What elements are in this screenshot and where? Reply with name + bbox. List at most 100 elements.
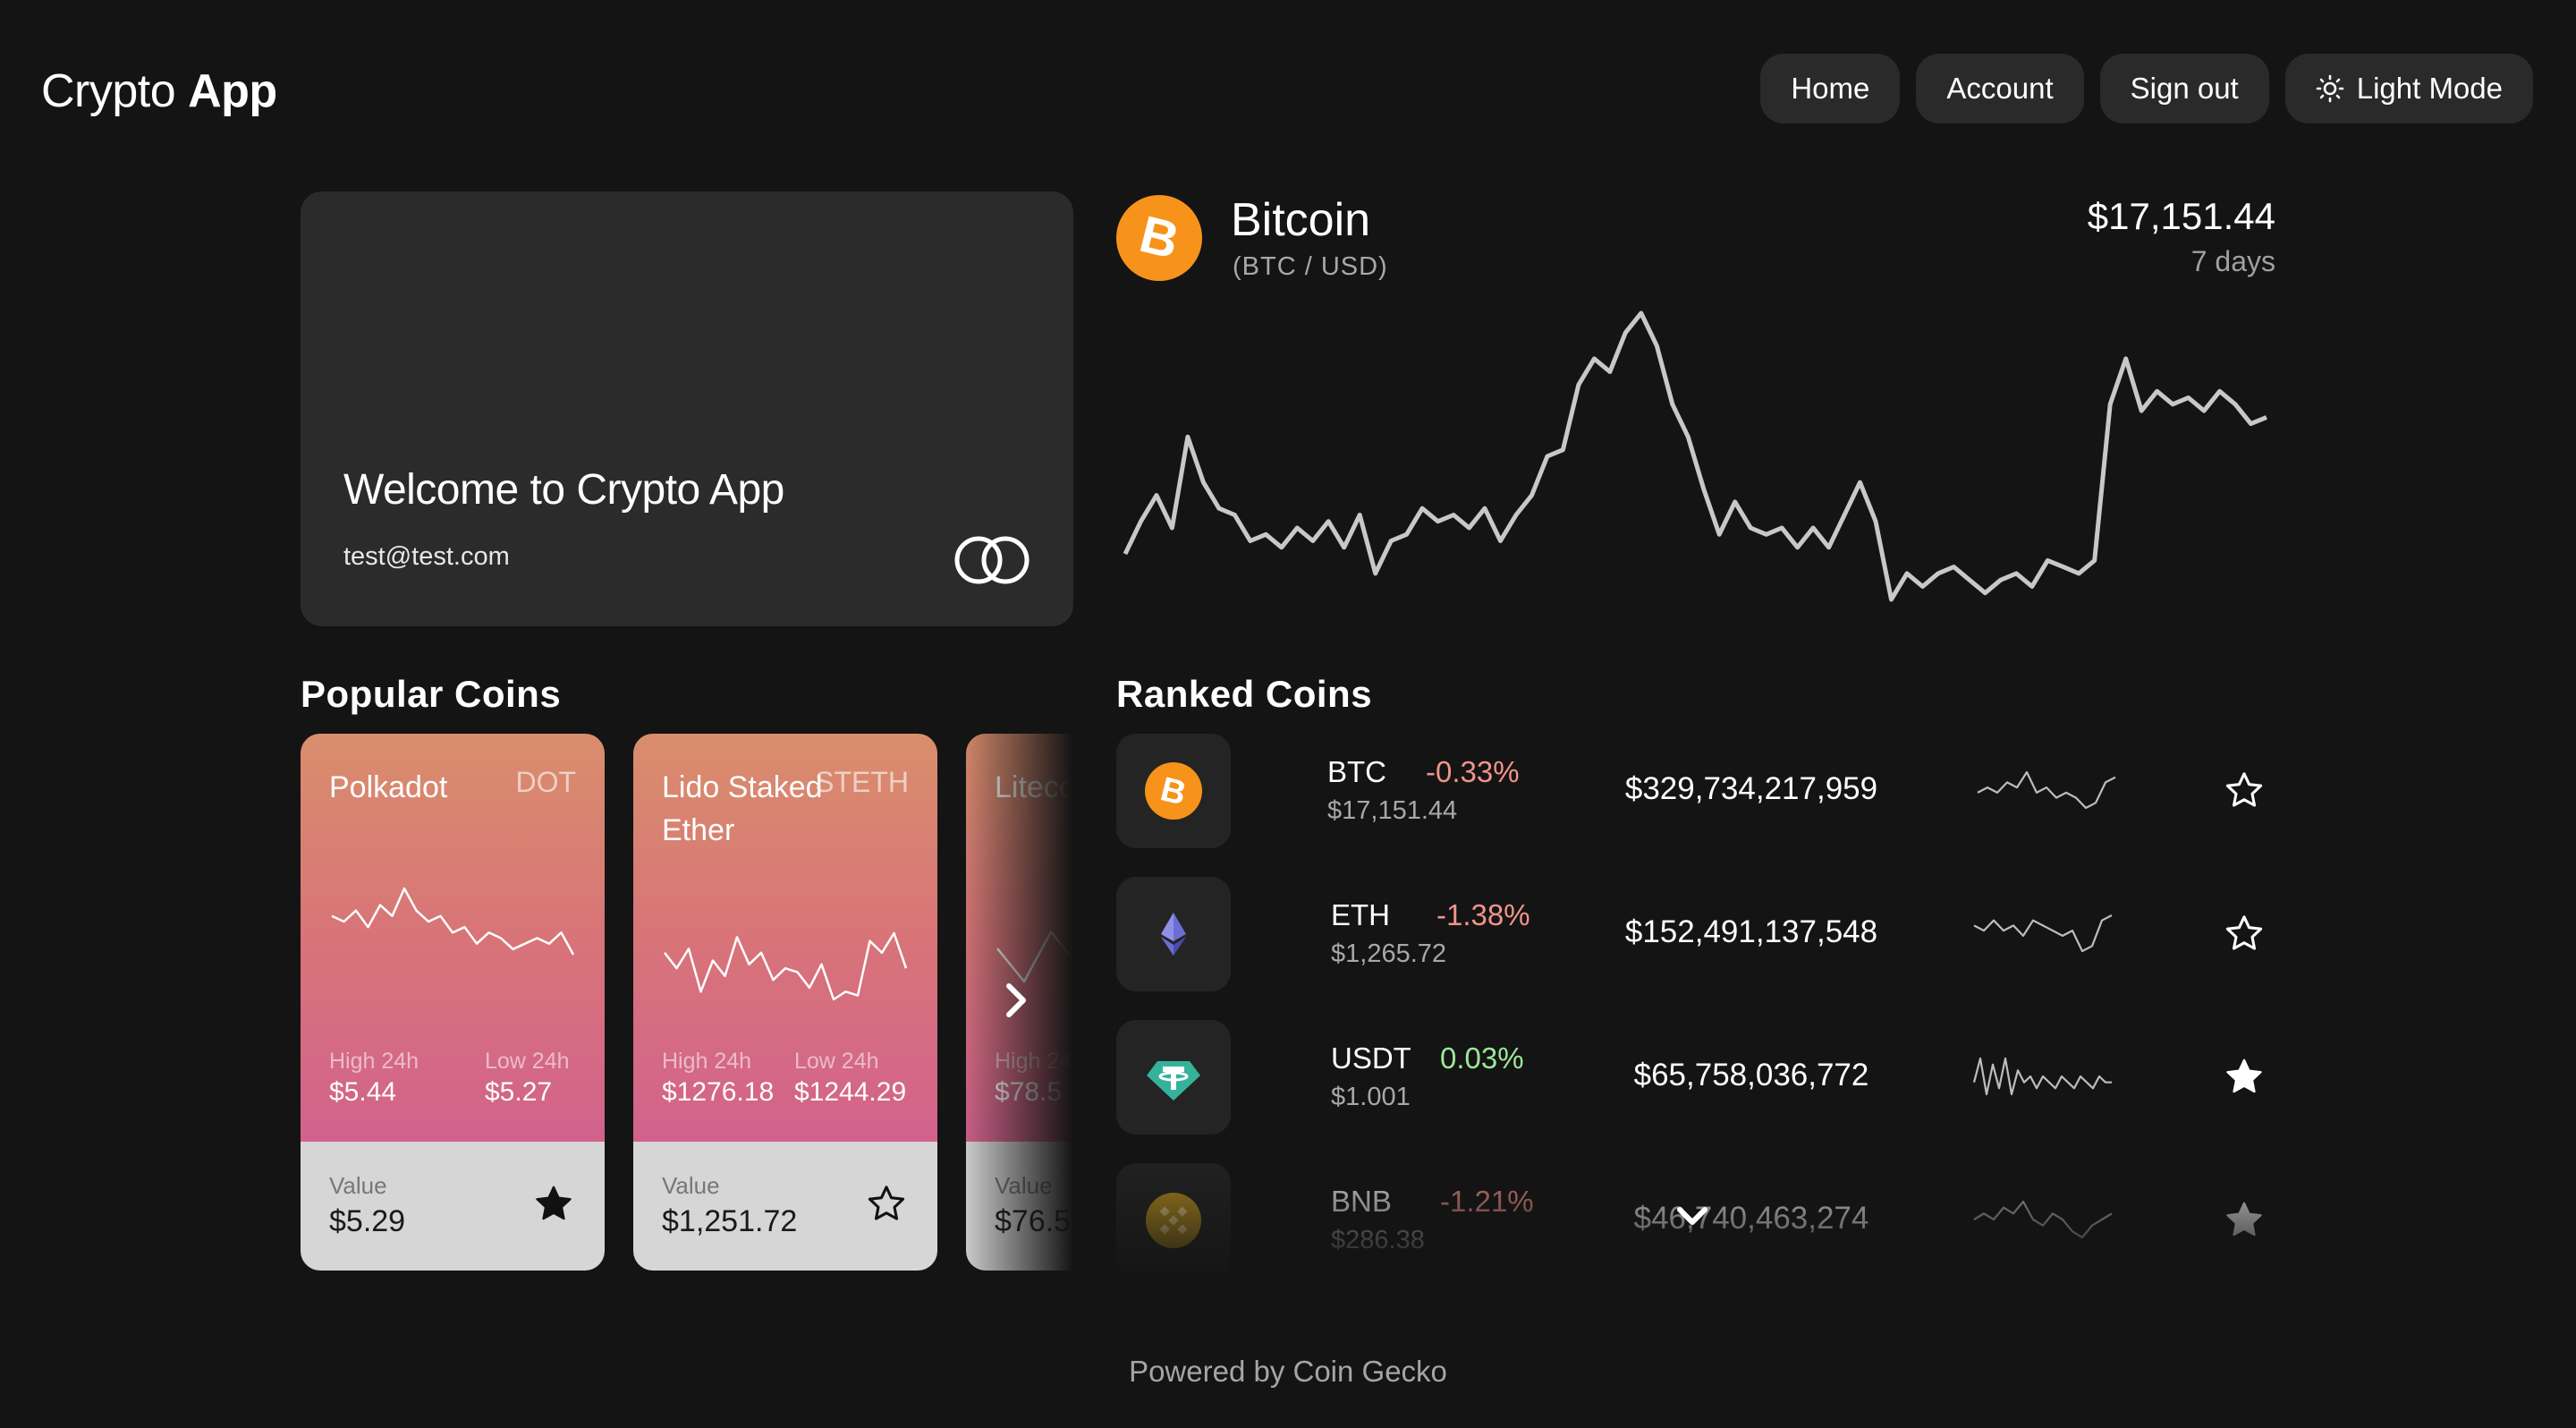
value-label: Value: [329, 1172, 387, 1199]
card-sparkline: [664, 931, 908, 1001]
coin-price: $1.001: [1331, 1083, 1411, 1111]
ethereum-icon: [1161, 913, 1186, 956]
card-coin-name: Lido Staked Ether: [662, 770, 823, 847]
star-filled-icon[interactable]: [2224, 1056, 2265, 1097]
sparkline-series: [664, 931, 908, 1001]
coin-card-polkadot[interactable]: Polkadot DOT High 24h $5.44 Low 24h $5.2…: [301, 734, 605, 1271]
coin-symbol: ETH: [1331, 898, 1390, 931]
coin-price: $1,265.72: [1331, 939, 1447, 968]
value-label: Value: [662, 1172, 720, 1199]
low-24h-label: Low 24h: [794, 1049, 879, 1074]
ranked-row-btc[interactable]: B BTC -0.33% $17,151.44 $329,734,217,959: [1116, 734, 2275, 848]
popular-coins-title: Popular Coins: [301, 673, 562, 715]
account-label: Account: [1946, 72, 2054, 105]
ranked-row-usdt[interactable]: USDT 0.03% $1.001 $65,758,036,772: [1116, 1020, 2275, 1135]
price-change: 0.03%: [1440, 1041, 1524, 1075]
coin-price: $286.38: [1331, 1226, 1425, 1254]
coin-symbol: BNB: [1331, 1185, 1392, 1218]
sparkline-series: [1972, 1057, 2112, 1096]
home-button[interactable]: Home: [1760, 54, 1901, 123]
low-24h-value: $1244.29: [794, 1077, 907, 1107]
card-coin-symbol: STETH: [815, 766, 909, 798]
account-button[interactable]: Account: [1916, 54, 2084, 123]
sign-out-label: Sign out: [2130, 72, 2239, 105]
row-sparkline: [1977, 770, 2116, 810]
value-label: Value: [995, 1172, 1053, 1199]
logo-light-text: Crypto: [41, 65, 176, 117]
price-line-series: [1123, 310, 2267, 602]
coin-card-lido-staked-ether[interactable]: Lido Staked Ether STETH High 24h $1276.1…: [633, 734, 937, 1271]
star-outline-icon[interactable]: [2224, 913, 2265, 954]
card-coin-name: Polkadot: [329, 770, 448, 804]
bitcoin-icon: B: [1145, 762, 1202, 820]
high-24h-label: High 24h: [995, 1049, 1073, 1074]
star-outline-icon[interactable]: [866, 1183, 907, 1224]
sparkline-series: [996, 931, 1073, 983]
coin-symbol: USDT: [1331, 1041, 1411, 1075]
star-filled-icon[interactable]: [2224, 1199, 2265, 1240]
coin-value: $76.5: [995, 1204, 1072, 1238]
user-email: test@test.com: [343, 542, 510, 571]
top-nav: Home Account Sign out Light Mode: [1760, 54, 2533, 123]
popular-coins-carousel: Polkadot DOT High 24h $5.44 Low 24h $5.2…: [301, 734, 1073, 1271]
light-mode-label: Light Mode: [2356, 72, 2503, 105]
market-cap: $152,491,137,548: [1624, 914, 1878, 949]
home-label: Home: [1791, 72, 1870, 105]
welcome-card: Welcome to Crypto App test@test.com: [301, 191, 1073, 626]
market-cap: $329,734,217,959: [1624, 771, 1878, 806]
light-mode-button[interactable]: Light Mode: [2284, 54, 2533, 123]
welcome-title: Welcome to Crypto App: [343, 466, 784, 514]
tether-icon: [1147, 1061, 1200, 1101]
coin-icon-box: [1116, 1163, 1231, 1271]
sparkline-series: [1973, 914, 2113, 953]
low-24h-label: Low 24h: [485, 1049, 570, 1074]
sign-out-button[interactable]: Sign out: [2099, 54, 2269, 123]
star-outline-icon[interactable]: [2224, 769, 2265, 811]
sparkline-series: [1977, 770, 2116, 810]
price-change: -0.33%: [1426, 755, 1520, 788]
coin-price: $17,151.44: [1327, 796, 1458, 825]
linked-rings-icon: [954, 536, 1030, 584]
featured-coin-price: $17,151.44: [2087, 195, 2275, 237]
star-filled-icon[interactable]: [533, 1183, 574, 1224]
high-24h-label: High 24h: [662, 1049, 752, 1074]
logo-bold-text: App: [188, 65, 277, 117]
row-sparkline: [1973, 1200, 2113, 1239]
market-cap: $65,758,036,772: [1633, 1058, 1869, 1092]
price-chart: [1123, 310, 2267, 602]
market-cap: $46,740,463,274: [1633, 1201, 1869, 1236]
chevron-right-icon[interactable]: [998, 981, 1034, 1020]
footer-credit: Powered by Coin Gecko: [1129, 1355, 1447, 1388]
coin-icon-box: [1116, 1020, 1231, 1135]
coin-icon-box: B: [1116, 734, 1231, 848]
featured-coin-name: Bitcoin: [1231, 194, 1371, 246]
high-24h-value: $78.5: [995, 1077, 1063, 1107]
ranked-coins-list: B BTC -0.33% $17,151.44 $329,734,217,959…: [1116, 734, 2275, 1271]
coin-symbol: BTC: [1327, 755, 1386, 788]
high-24h-label: High 24h: [329, 1049, 419, 1074]
featured-coin-pair: (BTC / USD): [1233, 252, 1388, 281]
sparkline-series: [1973, 1200, 2113, 1239]
ranked-coins-title: Ranked Coins: [1116, 673, 1373, 715]
sparkline-series: [331, 887, 575, 956]
high-24h-value: $5.44: [329, 1077, 397, 1107]
binance-icon: [1146, 1193, 1201, 1248]
sun-icon: [2316, 74, 2344, 103]
price-change: -1.38%: [1436, 898, 1530, 931]
row-sparkline: [1972, 1057, 2112, 1096]
high-24h-value: $1276.18: [662, 1077, 775, 1107]
row-sparkline: [1973, 914, 2113, 953]
card-coin-symbol: DOT: [515, 766, 576, 798]
price-change: -1.21%: [1440, 1185, 1534, 1218]
chevron-down-icon[interactable]: [1674, 1203, 1710, 1231]
ranked-row-eth[interactable]: ETH -1.38% $1,265.72 $152,491,137,548: [1116, 877, 2275, 991]
card-sparkline: [331, 887, 575, 956]
coin-value: $5.29: [329, 1204, 406, 1238]
coin-icon-box: [1116, 877, 1231, 991]
card-coin-name: Litecoin: [995, 770, 1073, 804]
bitcoin-icon: B: [1116, 195, 1202, 281]
low-24h-value: $5.27: [485, 1077, 553, 1107]
coin-value: $1,251.72: [662, 1204, 798, 1238]
app-logo[interactable]: Crypto App: [41, 64, 277, 118]
featured-chart-range: 7 days: [2190, 245, 2275, 277]
